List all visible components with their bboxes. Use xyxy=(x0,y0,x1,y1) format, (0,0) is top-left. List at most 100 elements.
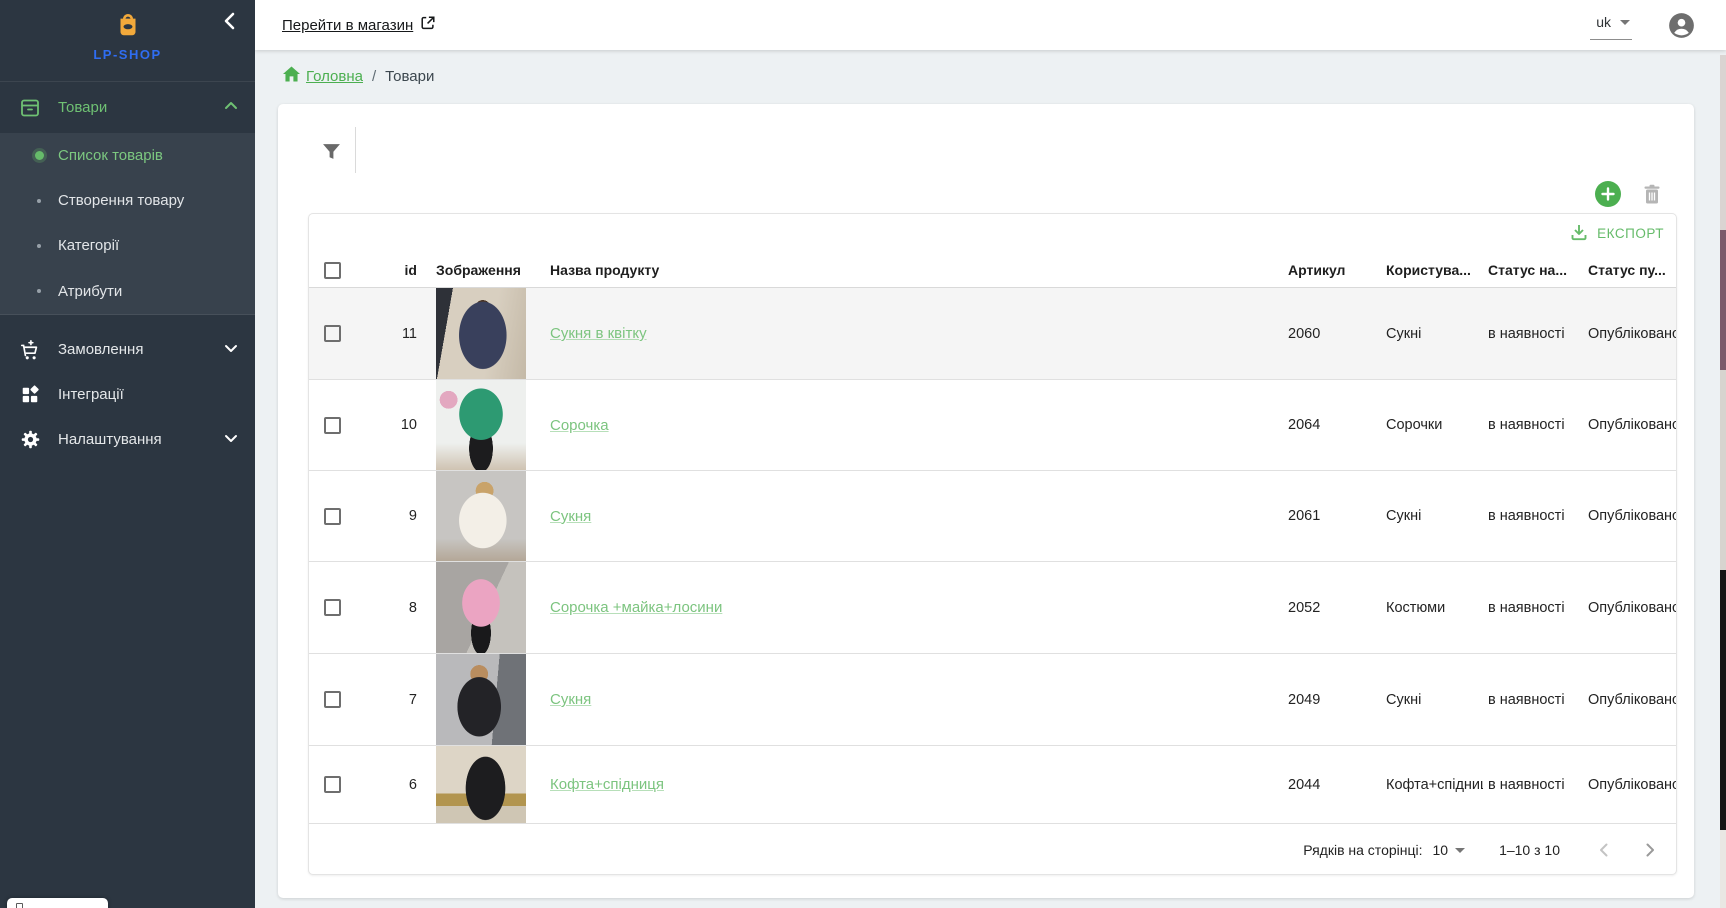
sidebar-item-label: Інтеграції xyxy=(58,386,239,403)
cell-category: Сорочки xyxy=(1386,380,1483,470)
sidebar-item-product-list[interactable]: Список товарів xyxy=(0,133,255,178)
home-icon xyxy=(283,66,300,86)
product-image xyxy=(436,380,526,470)
sidebar-item-categories[interactable]: Категорії xyxy=(0,223,255,268)
active-bullet-icon xyxy=(20,151,58,160)
sidebar-item-create-product[interactable]: Створення товару xyxy=(0,178,255,223)
delete-button[interactable] xyxy=(1641,182,1663,206)
product-link[interactable]: Сорочка xyxy=(550,417,609,434)
product-link[interactable]: Кофта+спідниця xyxy=(550,776,664,793)
product-link[interactable]: Сукня xyxy=(550,691,591,708)
row-checkbox[interactable] xyxy=(324,325,341,342)
filter-icon[interactable] xyxy=(318,136,344,166)
sidebar-item-label: Налаштування xyxy=(58,431,223,448)
account-icon[interactable] xyxy=(1668,12,1695,39)
collapse-sidebar-icon[interactable] xyxy=(219,10,241,32)
row-select-cell xyxy=(324,380,354,470)
chevron-down-icon xyxy=(1455,848,1465,853)
header-stock-status[interactable]: Статус на... xyxy=(1488,253,1583,287)
shop-bag-icon xyxy=(113,9,143,39)
sidebar-header: LP-SHOP xyxy=(0,0,255,82)
sidebar-subitem-label: Список товарів xyxy=(58,147,163,164)
next-page-button[interactable] xyxy=(1638,838,1662,862)
header-image[interactable]: Зображення xyxy=(436,253,526,287)
cell-name: Кофта+спідниця xyxy=(550,746,1270,823)
cell-id: 11 xyxy=(354,288,417,379)
go-to-store-link[interactable]: Перейти в магазин xyxy=(282,15,436,35)
row-checkbox[interactable] xyxy=(324,417,341,434)
sidebar-subitem-label: Створення товару xyxy=(58,192,184,209)
header-id[interactable]: id xyxy=(354,253,417,287)
row-checkbox[interactable] xyxy=(324,776,341,793)
header-sku[interactable]: Артикул xyxy=(1288,253,1380,287)
sidebar-item-orders[interactable]: Замовлення xyxy=(0,327,255,372)
cell-id: 9 xyxy=(354,471,417,561)
logo-text: LP-SHOP xyxy=(0,47,255,62)
export-button[interactable]: ЕКСПОРТ xyxy=(1570,223,1664,244)
sidebar-item-products[interactable]: Товари xyxy=(0,82,255,133)
cell-stock-status: в наявності xyxy=(1488,562,1583,653)
bullet-icon xyxy=(20,244,58,248)
product-list-card: ЕКСПОРТ id Зображення Назва продукту Арт… xyxy=(278,104,1694,898)
filter-divider xyxy=(355,127,356,173)
cell-stock-status: в наявності xyxy=(1488,654,1583,745)
row-checkbox[interactable] xyxy=(324,508,341,525)
table-row[interactable]: 9 Сукня 2061 Сукні в наявності Опубліков… xyxy=(309,471,1676,562)
row-checkbox[interactable] xyxy=(324,691,341,708)
row-select-cell xyxy=(324,471,354,561)
cell-id: 10 xyxy=(354,380,417,470)
cell-name: Сукня в квітку xyxy=(550,288,1270,379)
row-checkbox[interactable] xyxy=(324,599,341,616)
widgets-icon xyxy=(18,385,42,405)
cell-id: 8 xyxy=(354,562,417,653)
row-select-cell xyxy=(324,746,354,823)
header-user-category[interactable]: Користува... xyxy=(1386,253,1483,287)
sidebar-item-attributes[interactable]: Атрибути xyxy=(0,268,255,314)
cell-sku: 2060 xyxy=(1288,288,1380,379)
product-image xyxy=(436,746,526,823)
previous-page-button[interactable] xyxy=(1592,838,1616,862)
product-link[interactable]: Сукня xyxy=(550,508,591,525)
cell-sku: 2049 xyxy=(1288,654,1380,745)
cell-image xyxy=(436,288,526,379)
cell-category: Сукні xyxy=(1386,288,1483,379)
sidebar-item-settings[interactable]: Налаштування xyxy=(0,417,255,462)
cell-category: Кофта+спідниц xyxy=(1386,746,1483,823)
row-select-cell xyxy=(324,288,354,379)
breadcrumb-home-link[interactable]: Головна xyxy=(283,66,363,86)
chevron-down-icon xyxy=(223,430,239,450)
chevron-down-icon xyxy=(1620,20,1630,25)
header-publish-status[interactable]: Статус пу... xyxy=(1588,253,1677,287)
chevron-up-icon xyxy=(223,98,239,118)
table-row[interactable]: 6 Кофта+спідниця 2044 Кофта+спідниц в на… xyxy=(309,746,1676,824)
cell-category: Сукні xyxy=(1386,471,1483,561)
logo[interactable]: LP-SHOP xyxy=(0,0,255,62)
table-row[interactable]: 11 Сукня в квітку 2060 Сукні в наявності… xyxy=(309,288,1676,380)
table-row[interactable]: 10 Сорочка 2064 Сорочки в наявності Опуб… xyxy=(309,380,1676,471)
cell-name: Сукня xyxy=(550,471,1270,561)
sidebar-item-integrations[interactable]: Інтеграції xyxy=(0,372,255,417)
select-all-checkbox[interactable] xyxy=(324,262,341,279)
table-toolbar: ЕКСПОРТ xyxy=(309,214,1676,253)
toast-icon xyxy=(16,903,23,908)
topbar: Перейти в магазин uk xyxy=(255,0,1726,50)
cell-category: Сукні xyxy=(1386,654,1483,745)
product-image xyxy=(436,562,526,653)
product-link[interactable]: Сукня в квітку xyxy=(550,325,647,342)
add-product-button[interactable] xyxy=(1595,181,1621,207)
table-header-row: id Зображення Назва продукту Артикул Кор… xyxy=(309,253,1676,288)
notification-toast[interactable] xyxy=(7,898,108,908)
table-row[interactable]: 8 Сорочка +майка+лосини 2052 Костюми в н… xyxy=(309,562,1676,654)
header-name[interactable]: Назва продукту xyxy=(550,253,1270,287)
product-link[interactable]: Сорочка +майка+лосини xyxy=(550,599,722,616)
rows-per-page-select[interactable]: 10 xyxy=(1433,842,1466,858)
sidebar-lower-group: Замовлення Інтеграції xyxy=(0,315,255,462)
language-select[interactable]: uk xyxy=(1590,10,1632,40)
cart-plus-icon xyxy=(18,339,42,361)
cell-stock-status: в наявності xyxy=(1488,471,1583,561)
cell-image xyxy=(436,380,526,470)
cell-publish-status: Опубліковано xyxy=(1588,746,1677,823)
cell-image xyxy=(436,654,526,745)
table-row[interactable]: 7 Сукня 2049 Сукні в наявності Опубліков… xyxy=(309,654,1676,746)
store-link-label: Перейти в магазин xyxy=(282,17,413,34)
